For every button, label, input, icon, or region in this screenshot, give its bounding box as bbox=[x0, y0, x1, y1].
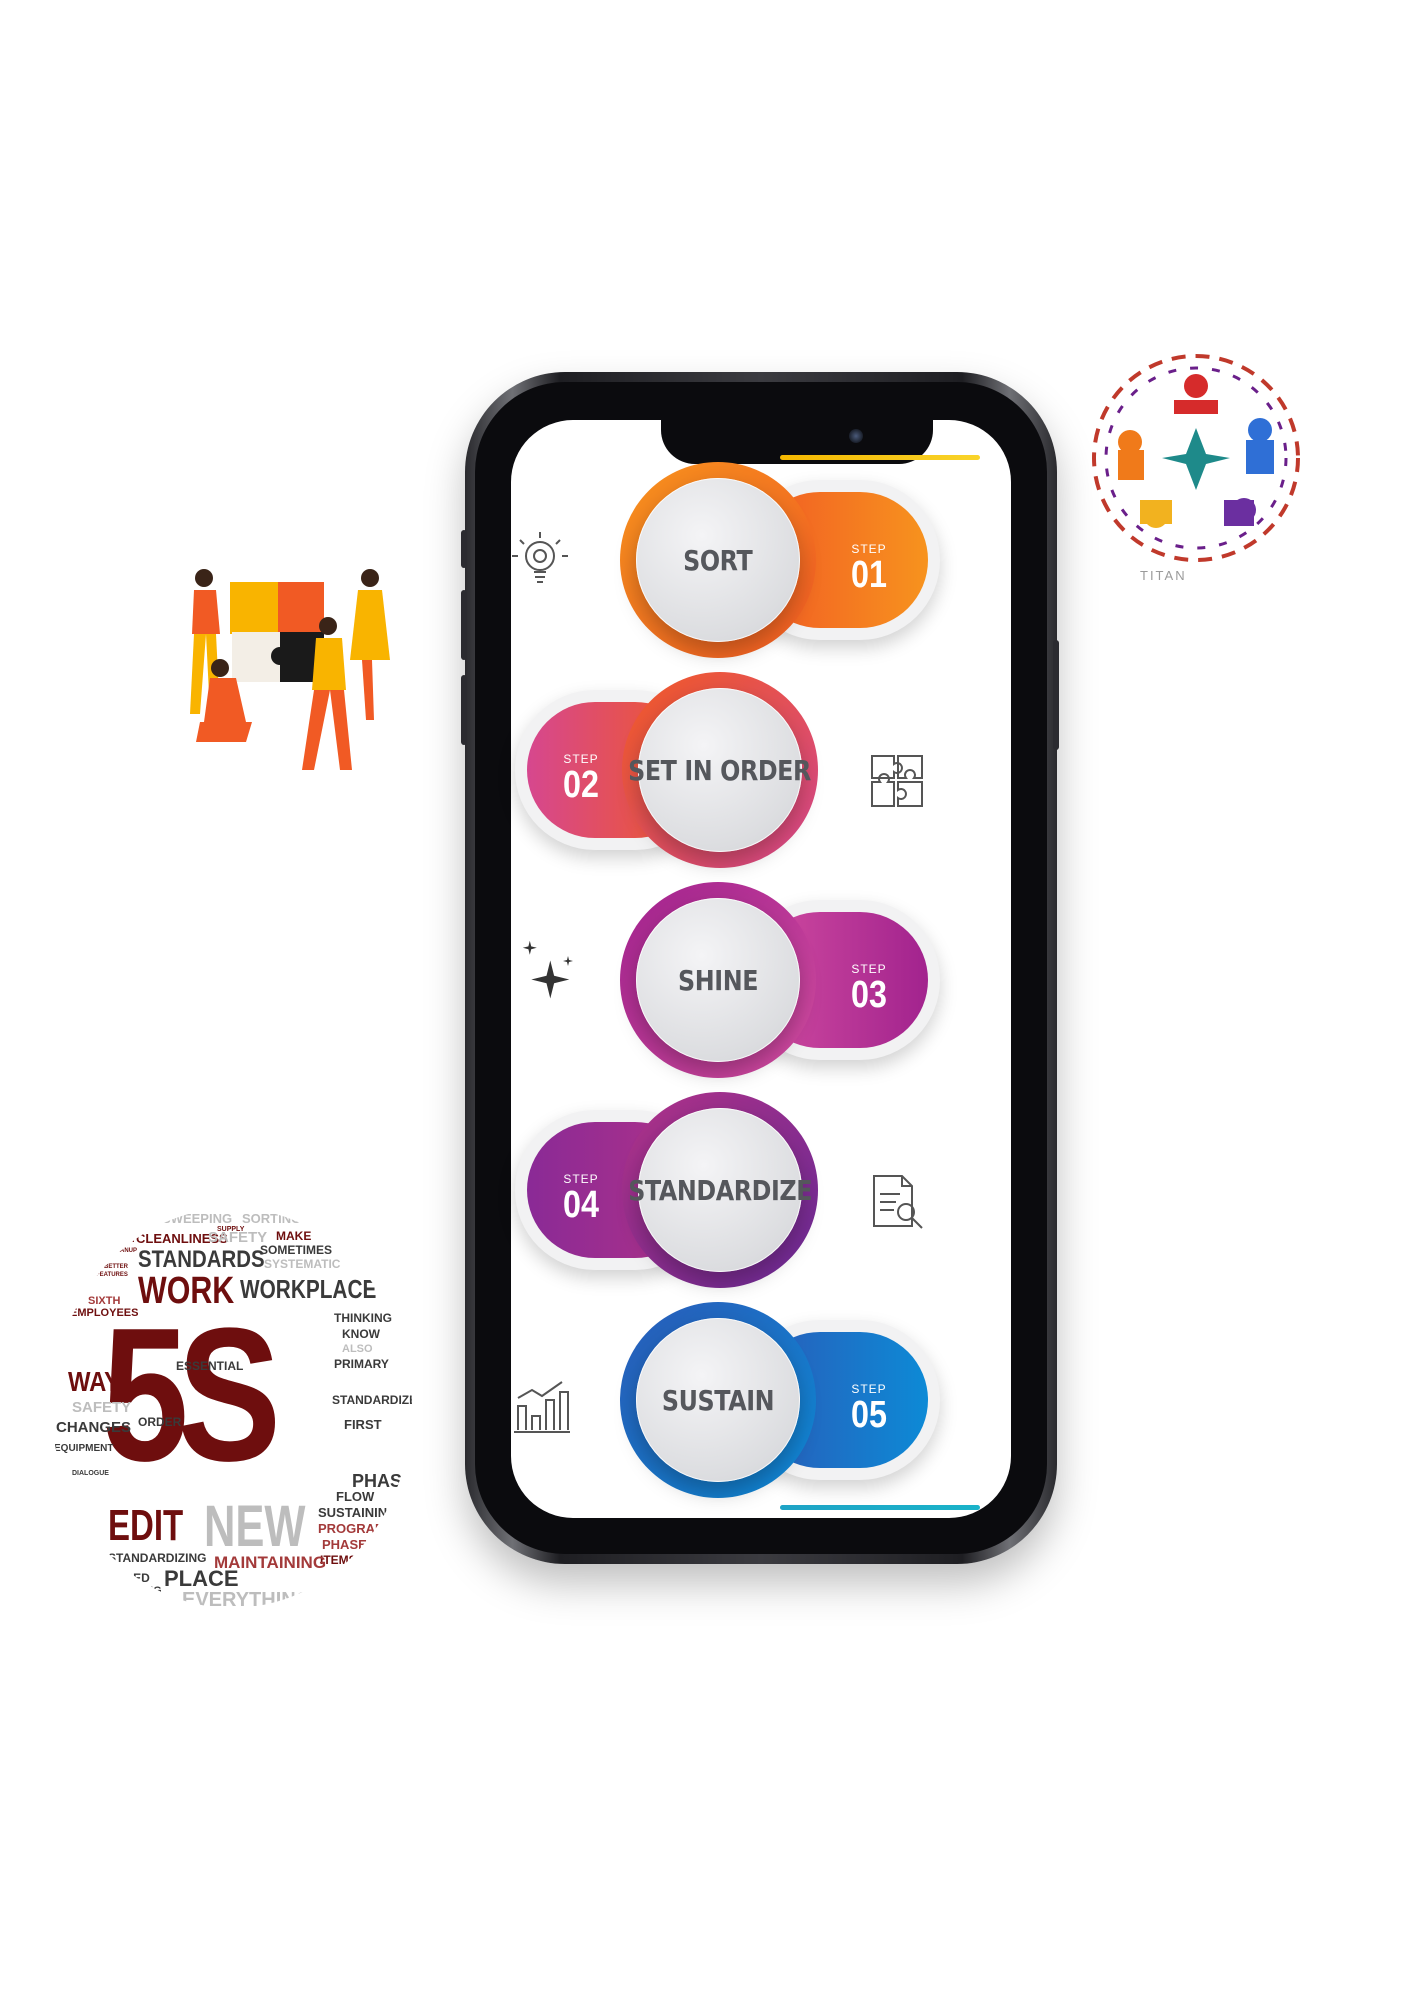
cloud-word: EDIT bbox=[108, 1501, 184, 1550]
cloud-word: OFTEN bbox=[114, 1238, 135, 1244]
step-label: SUSTAIN bbox=[661, 1383, 775, 1417]
cloud-word: CLEANUP bbox=[108, 1248, 138, 1254]
camera-icon bbox=[849, 429, 863, 443]
step-label: SORT bbox=[683, 543, 753, 577]
cloud-word: SYSTEMATIC bbox=[264, 1257, 341, 1271]
cloud-word: SAFETY bbox=[208, 1229, 268, 1246]
cloud-word: PROGRAM bbox=[318, 1521, 386, 1536]
volume-up-button bbox=[461, 590, 467, 660]
cloud-word: DIALOGUE bbox=[72, 1470, 109, 1477]
cloud-word: ALSO bbox=[342, 1343, 373, 1355]
logo-text: TITAN bbox=[1140, 568, 1187, 583]
cloud-word: NEW bbox=[204, 1494, 306, 1559]
step-number: 05 bbox=[851, 1394, 887, 1436]
cloud-word: STANDARDIZING bbox=[108, 1551, 207, 1565]
step-disc-2[interactable]: SET IN ORDER bbox=[622, 672, 818, 868]
step-disc-4[interactable]: STANDARDIZE bbox=[622, 1092, 818, 1288]
cloud-word: MAKE bbox=[276, 1229, 312, 1243]
cloud-word: FEATURES bbox=[96, 1272, 128, 1278]
cloud-word: EVERYTHING bbox=[182, 1589, 312, 1608]
cloud-word: SOMETIMES bbox=[260, 1243, 333, 1257]
step-tag-1: STEP 01 bbox=[834, 542, 904, 594]
cloud-word: SORTING bbox=[242, 1211, 302, 1226]
5s-wordcloud: SWEEPING SORTING SUPPLY CLEANLINESS SAFE… bbox=[52, 1208, 412, 1608]
cloud-word: PHASE bbox=[352, 1471, 412, 1491]
step-number: 04 bbox=[563, 1184, 599, 1226]
cloud-word: STORED bbox=[100, 1571, 150, 1585]
sparkle-icon bbox=[522, 940, 573, 999]
step-number: 03 bbox=[851, 974, 887, 1016]
volume-down-button bbox=[461, 675, 467, 745]
step-tag-5: STEP 05 bbox=[834, 1382, 904, 1434]
cloud-word: ORDER bbox=[138, 1415, 182, 1429]
step-label: SHINE bbox=[678, 963, 758, 997]
lightbulb-gear-icon bbox=[512, 532, 568, 583]
cloud-word: SAFETY bbox=[72, 1399, 132, 1416]
cloud-word: FLOW bbox=[336, 1489, 375, 1504]
step-tag-2: STEP 02 bbox=[546, 752, 616, 804]
puzzle-icon bbox=[871, 755, 923, 807]
cloud-word: STANDARDIZED bbox=[332, 1393, 412, 1407]
step-tag-4: STEP 04 bbox=[546, 1172, 616, 1224]
mute-switch bbox=[461, 530, 467, 568]
cloud-word: KNOW bbox=[342, 1327, 380, 1341]
cloud-main-5s: 5S bbox=[102, 1289, 281, 1501]
step-label: SET IN ORDER bbox=[628, 753, 812, 787]
cloud-word: FIRST bbox=[344, 1417, 382, 1432]
step-disc-3[interactable]: SHINE bbox=[620, 882, 816, 1078]
step-number: 02 bbox=[563, 764, 599, 806]
cloud-word: SWEEPING bbox=[162, 1211, 233, 1226]
step-number: 01 bbox=[851, 554, 887, 596]
cloud-word: BETTER bbox=[104, 1264, 128, 1270]
cloud-word: PHASES bbox=[322, 1537, 376, 1552]
cloud-word: SHINING bbox=[126, 1599, 172, 1609]
cloud-word: WAY bbox=[68, 1366, 121, 1397]
growth-chart-icon bbox=[514, 1381, 570, 1433]
step-tag-3: STEP 03 bbox=[834, 962, 904, 1014]
cloud-word: EQUIPMENT bbox=[54, 1443, 114, 1454]
cloud-word: ESSENTIAL bbox=[176, 1359, 244, 1373]
document-search-icon bbox=[873, 1175, 923, 1229]
step-disc-1[interactable]: SORT bbox=[620, 462, 816, 658]
step-label: STANDARDIZE bbox=[628, 1173, 812, 1207]
cloud-word: PRIMARY bbox=[334, 1357, 389, 1371]
titan-logo-icon bbox=[1092, 354, 1300, 562]
accent-line-bottom bbox=[780, 1505, 980, 1510]
cloud-word: CHANGES bbox=[56, 1419, 132, 1436]
cloud-word: THINKING bbox=[334, 1311, 392, 1325]
team-puzzle-illustration-icon bbox=[190, 569, 390, 770]
power-button bbox=[1053, 640, 1059, 750]
cloud-word: SUSTAINING bbox=[318, 1505, 398, 1520]
cloud-word: PLACE bbox=[164, 1566, 239, 1591]
step-disc-5[interactable]: SUSTAIN bbox=[620, 1302, 816, 1498]
cloud-word: STANDARDS bbox=[138, 1246, 265, 1273]
accent-line-top bbox=[780, 455, 980, 460]
cloud-word: SETTING bbox=[114, 1585, 162, 1597]
